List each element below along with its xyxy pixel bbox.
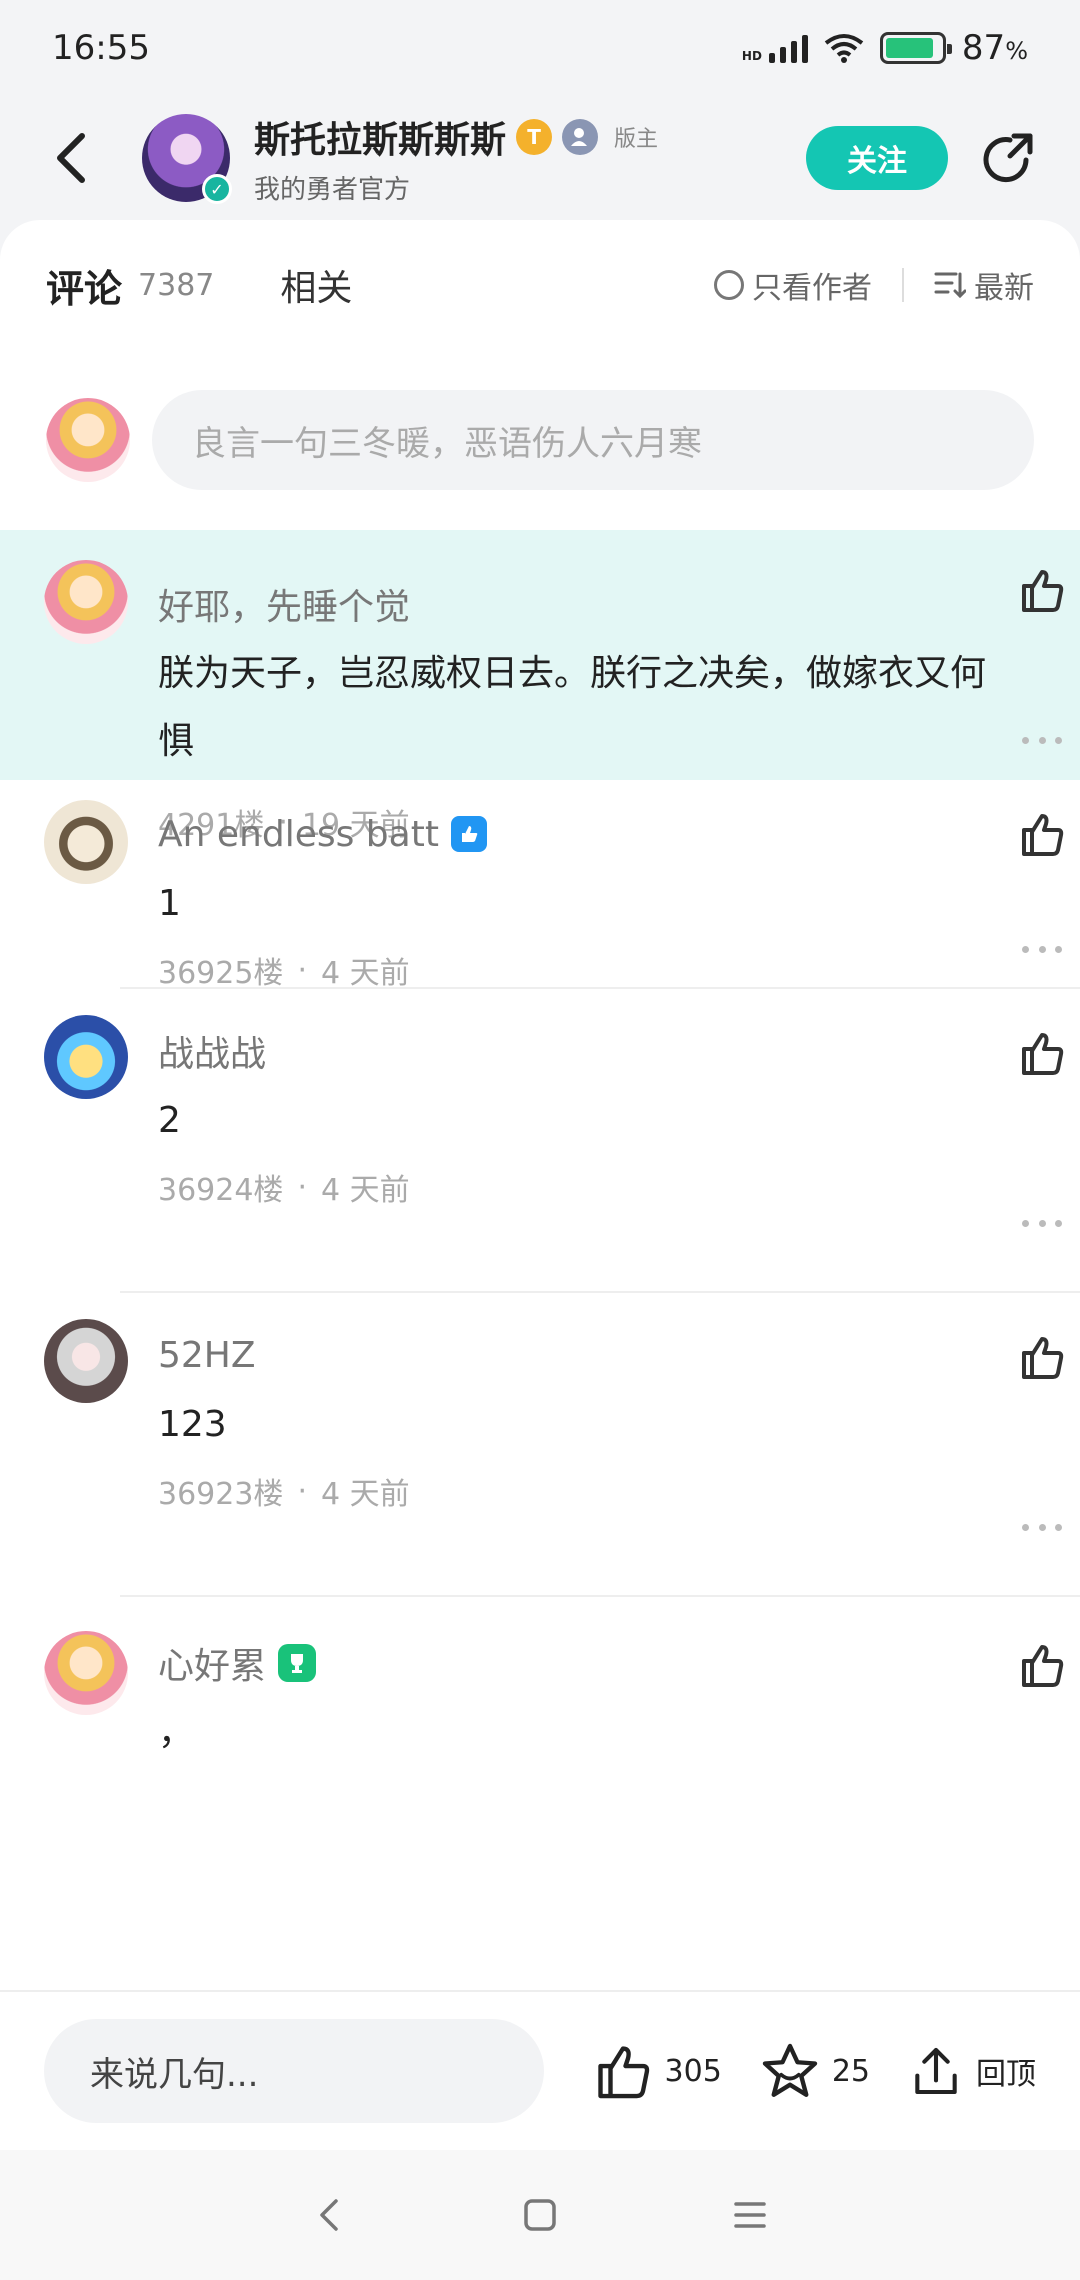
chevron-left-icon xyxy=(57,133,85,183)
more-icon[interactable] xyxy=(1022,1517,1062,1537)
favorite-button[interactable]: 25 xyxy=(760,2041,870,2101)
wifi-icon xyxy=(824,34,864,63)
comment-meta: 36923楼 · 4 天前 xyxy=(158,1473,410,1513)
comment-composer: 良言一句三冬暖，恶语伤人六月寒 xyxy=(0,350,1080,530)
comment-text: 2 xyxy=(158,1100,181,1141)
like-post-button[interactable]: 305 xyxy=(593,2041,722,2101)
moderator-label: 版主 xyxy=(614,126,659,152)
thumbs-up-icon xyxy=(1022,1033,1064,1075)
thumbs-up-icon xyxy=(1022,570,1064,612)
commenter-name[interactable]: 好耶，先睡个觉 xyxy=(158,578,410,630)
comment-input[interactable]: 良言一句三冬暖，恶语伤人六月寒 xyxy=(152,390,1034,490)
author-name[interactable]: 斯托拉斯斯斯斯 xyxy=(254,111,506,163)
author-subtitle: 我的勇者官方 xyxy=(254,174,411,205)
avatar[interactable] xyxy=(44,800,128,884)
avatar[interactable] xyxy=(46,398,130,482)
upload-arrow-icon xyxy=(915,2047,957,2095)
status-time: 16:55 xyxy=(52,28,150,68)
more-icon[interactable] xyxy=(1022,730,1062,750)
avatar[interactable] xyxy=(44,560,128,644)
verified-icon: ✓ xyxy=(202,174,232,204)
back-button[interactable] xyxy=(40,118,100,198)
signal-icon: HD xyxy=(742,33,808,63)
battery-percent: 87% xyxy=(961,28,1028,68)
comment-item[interactable]: 好耶，先睡个觉 朕为天子，岂忍威权日去。朕行之决矣，做嫁衣又何惧 4291楼 · 1… xyxy=(0,530,1080,843)
comments-sheet: 评论 7387 相关 只看作者 最新 良言一句三冬暖，恶语伤人六月寒 好耶，先睡… xyxy=(0,220,1080,1990)
thumbs-up-icon xyxy=(1022,814,1064,856)
like-button[interactable] xyxy=(1016,564,1068,616)
topic-header: ✓ 斯托拉斯斯斯斯 T 版主 我的勇者官方 关注 xyxy=(0,96,1080,220)
comment-text: ， xyxy=(158,1712,195,1753)
trophy-icon xyxy=(278,1644,317,1682)
share-icon xyxy=(983,133,1033,183)
nav-menu-icon[interactable] xyxy=(730,2195,770,2235)
like-button[interactable] xyxy=(1016,1639,1068,1691)
like-button[interactable] xyxy=(1016,808,1068,860)
level-badge-icon: T xyxy=(516,118,553,155)
author-avatar[interactable]: ✓ xyxy=(142,114,232,204)
comment-item[interactable]: 心好累 ， xyxy=(0,1597,1080,1797)
comment-tabs: 评论 7387 相关 只看作者 最新 xyxy=(0,220,1080,350)
system-nav-bar xyxy=(0,2150,1080,2280)
more-icon[interactable] xyxy=(1022,1213,1062,1233)
back-to-top-button[interactable]: 回顶 xyxy=(908,2043,1036,2099)
avatar[interactable] xyxy=(44,1319,128,1403)
tab-related[interactable]: 相关 xyxy=(280,259,352,311)
like-button[interactable] xyxy=(1016,1027,1068,1079)
status-bar: 16:55 HD 87% xyxy=(0,0,1080,96)
stars-count: 25 xyxy=(831,2053,870,2089)
status-icons: HD 87% xyxy=(742,28,1028,68)
sort-button[interactable]: 最新 xyxy=(934,263,1034,307)
tab-comments[interactable]: 评论 xyxy=(46,258,122,319)
thumbs-up-icon xyxy=(597,2046,649,2099)
back-to-top-label: 回顶 xyxy=(976,2057,1036,2092)
comment-item[interactable]: 战战战 2 36924楼 · 4 天前 xyxy=(0,989,1080,1293)
thumbs-up-icon xyxy=(1022,1337,1064,1379)
comment-text: 123 xyxy=(158,1404,227,1445)
battery-icon xyxy=(879,32,952,64)
more-icon[interactable] xyxy=(1022,939,1062,959)
comments-count: 7387 xyxy=(138,267,215,303)
network-label: HD xyxy=(741,49,762,63)
comment-meta: 36924楼 · 4 天前 xyxy=(158,1169,410,1209)
commenter-name[interactable]: 52HZ xyxy=(158,1335,256,1376)
follow-button[interactable]: 关注 xyxy=(806,126,948,190)
commenter-name[interactable]: 心好累 xyxy=(158,1637,266,1689)
commenter-name[interactable]: 战战战 xyxy=(158,1025,266,1077)
reply-input[interactable]: 来说几句... xyxy=(44,2019,544,2123)
author-info: 斯托拉斯斯斯斯 T 版主 我的勇者官方 xyxy=(254,111,658,206)
author-only-label: 只看作者 xyxy=(752,271,872,306)
author-only-toggle[interactable]: 只看作者 xyxy=(714,263,872,307)
comment-item[interactable]: 52HZ 123 36923楼 · 4 天前 xyxy=(0,1293,1080,1597)
avatar[interactable] xyxy=(44,1015,128,1099)
comment-text: 1 xyxy=(158,883,181,924)
share-button[interactable] xyxy=(976,126,1040,190)
sort-icon xyxy=(934,272,966,299)
star-icon xyxy=(762,2043,817,2097)
comment-item[interactable]: An endless batt 1 36925楼 · 4 天前 xyxy=(0,780,1080,991)
nav-back-icon[interactable] xyxy=(310,2195,350,2235)
divider xyxy=(902,268,904,302)
likes-count: 305 xyxy=(664,2053,722,2089)
comment-text: 朕为天子，岂忍威权日去。朕行之决矣，做嫁衣又何惧 xyxy=(158,653,987,762)
verified-badge-icon xyxy=(450,816,487,852)
bottom-action-bar: 来说几句... 305 25 回顶 xyxy=(0,1990,1080,2150)
nav-home-icon[interactable] xyxy=(520,2195,560,2235)
thumbs-up-icon xyxy=(1022,1645,1064,1687)
like-button[interactable] xyxy=(1016,1331,1068,1383)
radio-icon xyxy=(714,270,744,300)
moderator-icon xyxy=(562,118,599,155)
commenter-name[interactable]: An endless batt xyxy=(158,814,439,855)
sort-label: 最新 xyxy=(974,271,1034,306)
avatar[interactable] xyxy=(44,1631,128,1715)
